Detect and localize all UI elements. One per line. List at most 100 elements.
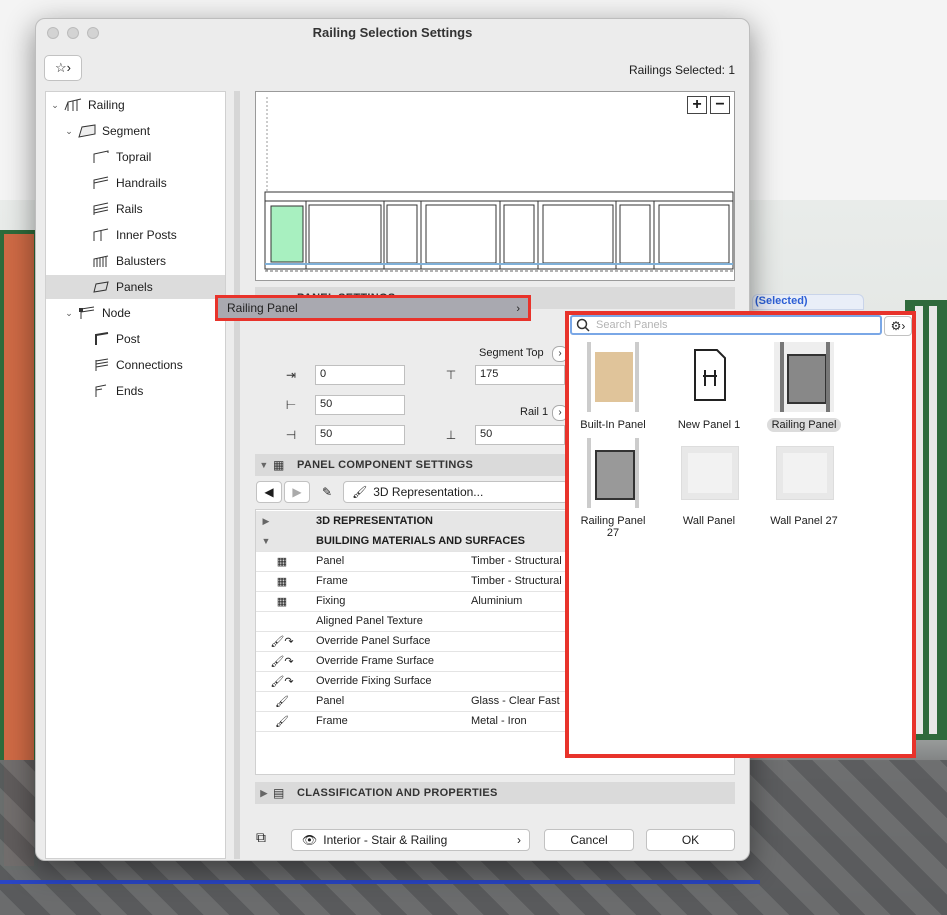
node-icon (79, 306, 95, 319)
connections-icon (95, 358, 109, 371)
selected-panel (270, 205, 304, 263)
rail-offset-field[interactable]: 50 (475, 425, 565, 445)
tree-item-label: Inner Posts (116, 228, 177, 242)
tree-item-label: Balusters (116, 254, 167, 268)
favorites-icon: ☆› (55, 60, 71, 75)
tree-item-post[interactable]: Post (46, 327, 225, 351)
tree-item-label: Connections (116, 358, 183, 372)
material-icon: ▦ (276, 555, 288, 568)
handrails-icon (93, 176, 109, 189)
tree-item-label: Ends (116, 384, 144, 398)
tree-item-label: Handrails (116, 176, 167, 190)
segment-top-label: Segment Top (479, 347, 544, 359)
disclosure-open-icon: ▼ (261, 536, 271, 546)
override-surface-icon: 🖌↷ (270, 635, 294, 648)
settings-tree: ⌄ Railing ⌄ Segment Toprail Handrails Ra… (45, 91, 226, 859)
chevron-right-icon: › (517, 833, 521, 847)
railing-icon (64, 98, 82, 111)
tree-item-label: Node (102, 306, 131, 320)
right-offset-icon: ⊣ (285, 428, 297, 442)
right-offset-field[interactable]: 50 (315, 425, 405, 445)
railing-elevation-drawing (264, 97, 734, 272)
tree-item-label: Panels (116, 280, 153, 294)
classification-icon: ▤ (273, 786, 285, 800)
panels-icon (93, 281, 109, 293)
toprail-icon (93, 150, 109, 163)
material-icon: ▦ (276, 595, 288, 608)
segment-top-icon: ⊤ (445, 368, 457, 382)
tree-item-label: Railing (88, 98, 125, 112)
panel-item-wall-panel-27[interactable]: Wall Panel 27 (759, 438, 849, 528)
selected-tab[interactable]: (Selected) (752, 294, 864, 310)
segment-top-field[interactable]: 175 (475, 365, 565, 385)
picker-settings-button[interactable]: ⚙› (884, 316, 912, 336)
tree-item-label: Rails (116, 202, 143, 216)
next-button[interactable]: ▶ (284, 481, 310, 503)
tree-item-segment[interactable]: ⌄ Segment (46, 119, 225, 143)
ends-icon (95, 384, 107, 397)
panel-item-new-panel-1[interactable]: New Panel 1 (664, 342, 754, 432)
gear-icon: ⚙› (890, 319, 906, 333)
rail-offset-icon: ⊥ (445, 428, 457, 442)
chevron-down-icon[interactable]: ⌄ (64, 308, 74, 319)
panel-type-selector[interactable]: Railing Panel › (215, 295, 531, 321)
favorites-button[interactable]: ☆› (44, 55, 82, 81)
panel-item-built-in[interactable]: Built-In Panel (568, 342, 658, 432)
wall-panel-thumbnail (774, 438, 834, 508)
chevron-right-icon: › (516, 303, 520, 315)
tree-item-panels[interactable]: Panels (46, 275, 225, 299)
segment-icon (78, 124, 96, 138)
left-offset-field[interactable]: 50 (315, 395, 405, 415)
pane-splitter[interactable] (234, 91, 240, 859)
surface-brush-icon: 🖌 (275, 695, 289, 708)
tree-item-handrails[interactable]: Handrails (46, 171, 225, 195)
chevron-down-icon[interactable]: ⌄ (64, 126, 74, 137)
surface-brush-icon: 🖌 (275, 715, 289, 728)
tree-item-label: Post (116, 332, 141, 346)
override-surface-icon: 🖌↷ (270, 655, 294, 668)
left-offset-icon: ⊢ (285, 398, 297, 412)
glass-panel-thumbnail (583, 438, 643, 508)
layer-icon: ⧉ (256, 829, 266, 845)
tree-item-inner-posts[interactable]: Inner Posts (46, 223, 225, 247)
material-icon: ▦ (276, 575, 288, 588)
component-settings-icon: ▦ (273, 458, 285, 472)
selection-count: Railings Selected: 1 (628, 63, 735, 77)
disclosure-closed-icon: ▶ (262, 515, 270, 526)
tree-item-balusters[interactable]: Balusters (46, 249, 225, 273)
top-offset-field[interactable]: 0 (315, 365, 405, 385)
tree-item-rails[interactable]: Rails (46, 197, 225, 221)
top-offset-icon: ⇥ (285, 368, 297, 382)
chevron-down-icon[interactable]: ⌄ (50, 100, 60, 111)
panel-item-railing-panel-27[interactable]: Railing Panel 27 (568, 438, 658, 540)
panel-item-railing-panel[interactable]: Railing Panel (759, 342, 849, 432)
tree-item-label: Segment (102, 124, 151, 138)
rail-label: Rail 1 (520, 406, 549, 418)
tree-item-railing[interactable]: ⌄ Railing (46, 93, 225, 117)
brush-icon: 🖌 (352, 485, 368, 499)
tree-item-connections[interactable]: Connections (46, 353, 225, 377)
edit-parameters-icon[interactable]: ✎ (315, 481, 339, 503)
panel-item-wall-panel[interactable]: Wall Panel (664, 438, 754, 528)
previous-button[interactable]: ◀ (256, 481, 282, 503)
railing-preview: + − (255, 91, 735, 281)
ok-button[interactable]: OK (646, 829, 735, 851)
balusters-icon (93, 255, 109, 267)
tree-item-label: Toprail (116, 150, 152, 164)
arrow-left-icon: ◀ (264, 485, 274, 499)
wall-panel-thumbnail (679, 438, 739, 508)
layer-selector[interactable]: 👁 Interior - Stair & Railing › (291, 829, 530, 851)
inner-posts-icon (93, 228, 109, 241)
cancel-button[interactable]: Cancel (544, 829, 634, 851)
wood-panel-thumbnail (583, 342, 643, 412)
rails-icon (93, 202, 109, 215)
tree-item-node[interactable]: ⌄ Node (46, 301, 225, 325)
tree-item-toprail[interactable]: Toprail (46, 145, 225, 169)
tree-item-ends[interactable]: Ends (46, 379, 225, 403)
document-icon (679, 342, 739, 412)
eye-icon: 👁 (302, 833, 318, 847)
window-title: Railing Selection Settings (312, 25, 473, 40)
search-panels-input[interactable]: Search Panels (570, 315, 882, 335)
3d-representation-button[interactable]: 🖌 3D Representation... (343, 481, 568, 503)
classification-header[interactable]: ▶ ▤ CLASSIFICATION AND PROPERTIES (255, 782, 735, 804)
